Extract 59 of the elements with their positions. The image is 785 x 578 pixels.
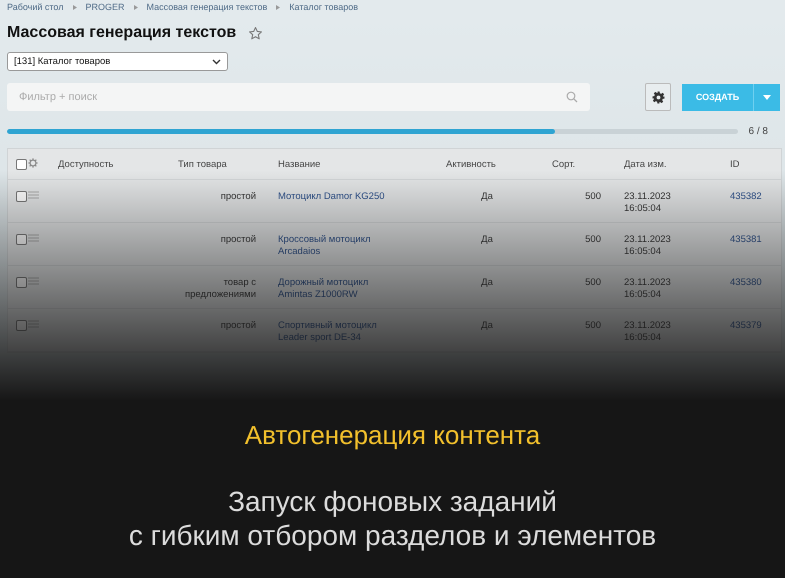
id-link[interactable]: 435380: [730, 277, 781, 288]
menu-icon[interactable]: [28, 277, 39, 285]
table-cell-text: простой: [220, 190, 257, 203]
product-link[interactable]: Мотоцикл Damor KG250: [278, 191, 400, 203]
settings-icon[interactable]: [28, 158, 38, 168]
table-cell-text: 500: [584, 276, 602, 288]
chevron-icon: [134, 4, 138, 10]
table-cell-text: 500: [584, 319, 602, 331]
table-cell-text: простой: [220, 233, 257, 246]
column-header[interactable]: Дата изм.: [612, 158, 718, 170]
chevron-icon: [72, 4, 76, 10]
column-header[interactable]: Название: [266, 158, 434, 170]
table-cell-text: 23.11.2023 16:05:04: [623, 276, 672, 301]
page-title: Массовая генерация текстов: [7, 24, 236, 42]
checkbox[interactable]: [16, 158, 27, 170]
chevron-down-icon: [212, 58, 221, 64]
table-cell-text: простой: [220, 319, 257, 332]
search-icon: [566, 91, 578, 103]
menu-icon[interactable]: [28, 191, 39, 199]
subtitle-line: с гибким отбором разделов и элементов: [128, 519, 656, 553]
checkbox[interactable]: [16, 277, 27, 288]
checkbox[interactable]: [16, 191, 27, 202]
menu-icon[interactable]: [28, 320, 39, 328]
id-link[interactable]: 435382: [730, 191, 781, 202]
search-field[interactable]: Фильтр + поиск: [7, 83, 590, 111]
column-header[interactable]: ID: [718, 158, 781, 170]
checkbox[interactable]: [16, 320, 27, 331]
chevron-icon: [276, 4, 280, 10]
product-link[interactable]: Дорожный мотоцикл Amintas Z1000RW: [278, 277, 400, 301]
table-cell-text: Да: [480, 233, 494, 245]
column-header[interactable]: Тип товара: [168, 158, 266, 170]
settings-button[interactable]: [645, 83, 671, 111]
column-header[interactable]: Активность: [434, 158, 540, 170]
id-link[interactable]: 435381: [730, 234, 781, 245]
table-cell-text: Да: [480, 190, 494, 202]
caret-icon: [763, 94, 771, 100]
table-cell-text: 23.11.2023 16:05:04: [623, 233, 672, 258]
dropdown-button[interactable]: [754, 84, 780, 110]
table-cell-text: 23.11.2023 16:05:04: [623, 190, 672, 215]
table-cell-text: Да: [480, 319, 494, 331]
breadcrumb-link[interactable]: Рабочий стол: [7, 2, 64, 12]
star-icon[interactable]: [248, 26, 264, 40]
breadcrumb-link[interactable]: Каталог товаров: [289, 2, 358, 12]
breadcrumb-link[interactable]: Массовая генерация текстов: [146, 2, 268, 12]
table-cell-text: 500: [584, 233, 602, 245]
table-cell-text: Да: [480, 276, 494, 288]
column-header[interactable]: Сорт.: [540, 158, 612, 170]
subtitle-line: Запуск фоновых заданий: [228, 485, 557, 519]
settings-icon: [652, 90, 664, 104]
progress-count: 6 / 8: [748, 126, 768, 136]
breadcrumb-link[interactable]: PROGER: [86, 2, 125, 12]
product-link[interactable]: Кроссовый мотоцикл Arcadaios: [278, 234, 400, 258]
catalog-select[interactable]: [131] Каталог товаров: [7, 52, 228, 71]
table-cell-text: 500: [584, 190, 602, 202]
checkbox[interactable]: [16, 234, 27, 245]
headline: Автогенерация контента: [244, 420, 540, 451]
column-header[interactable]: Доступность: [48, 158, 168, 170]
menu-icon[interactable]: [28, 234, 39, 242]
table-cell-text: товар с предложениями: [184, 276, 257, 301]
